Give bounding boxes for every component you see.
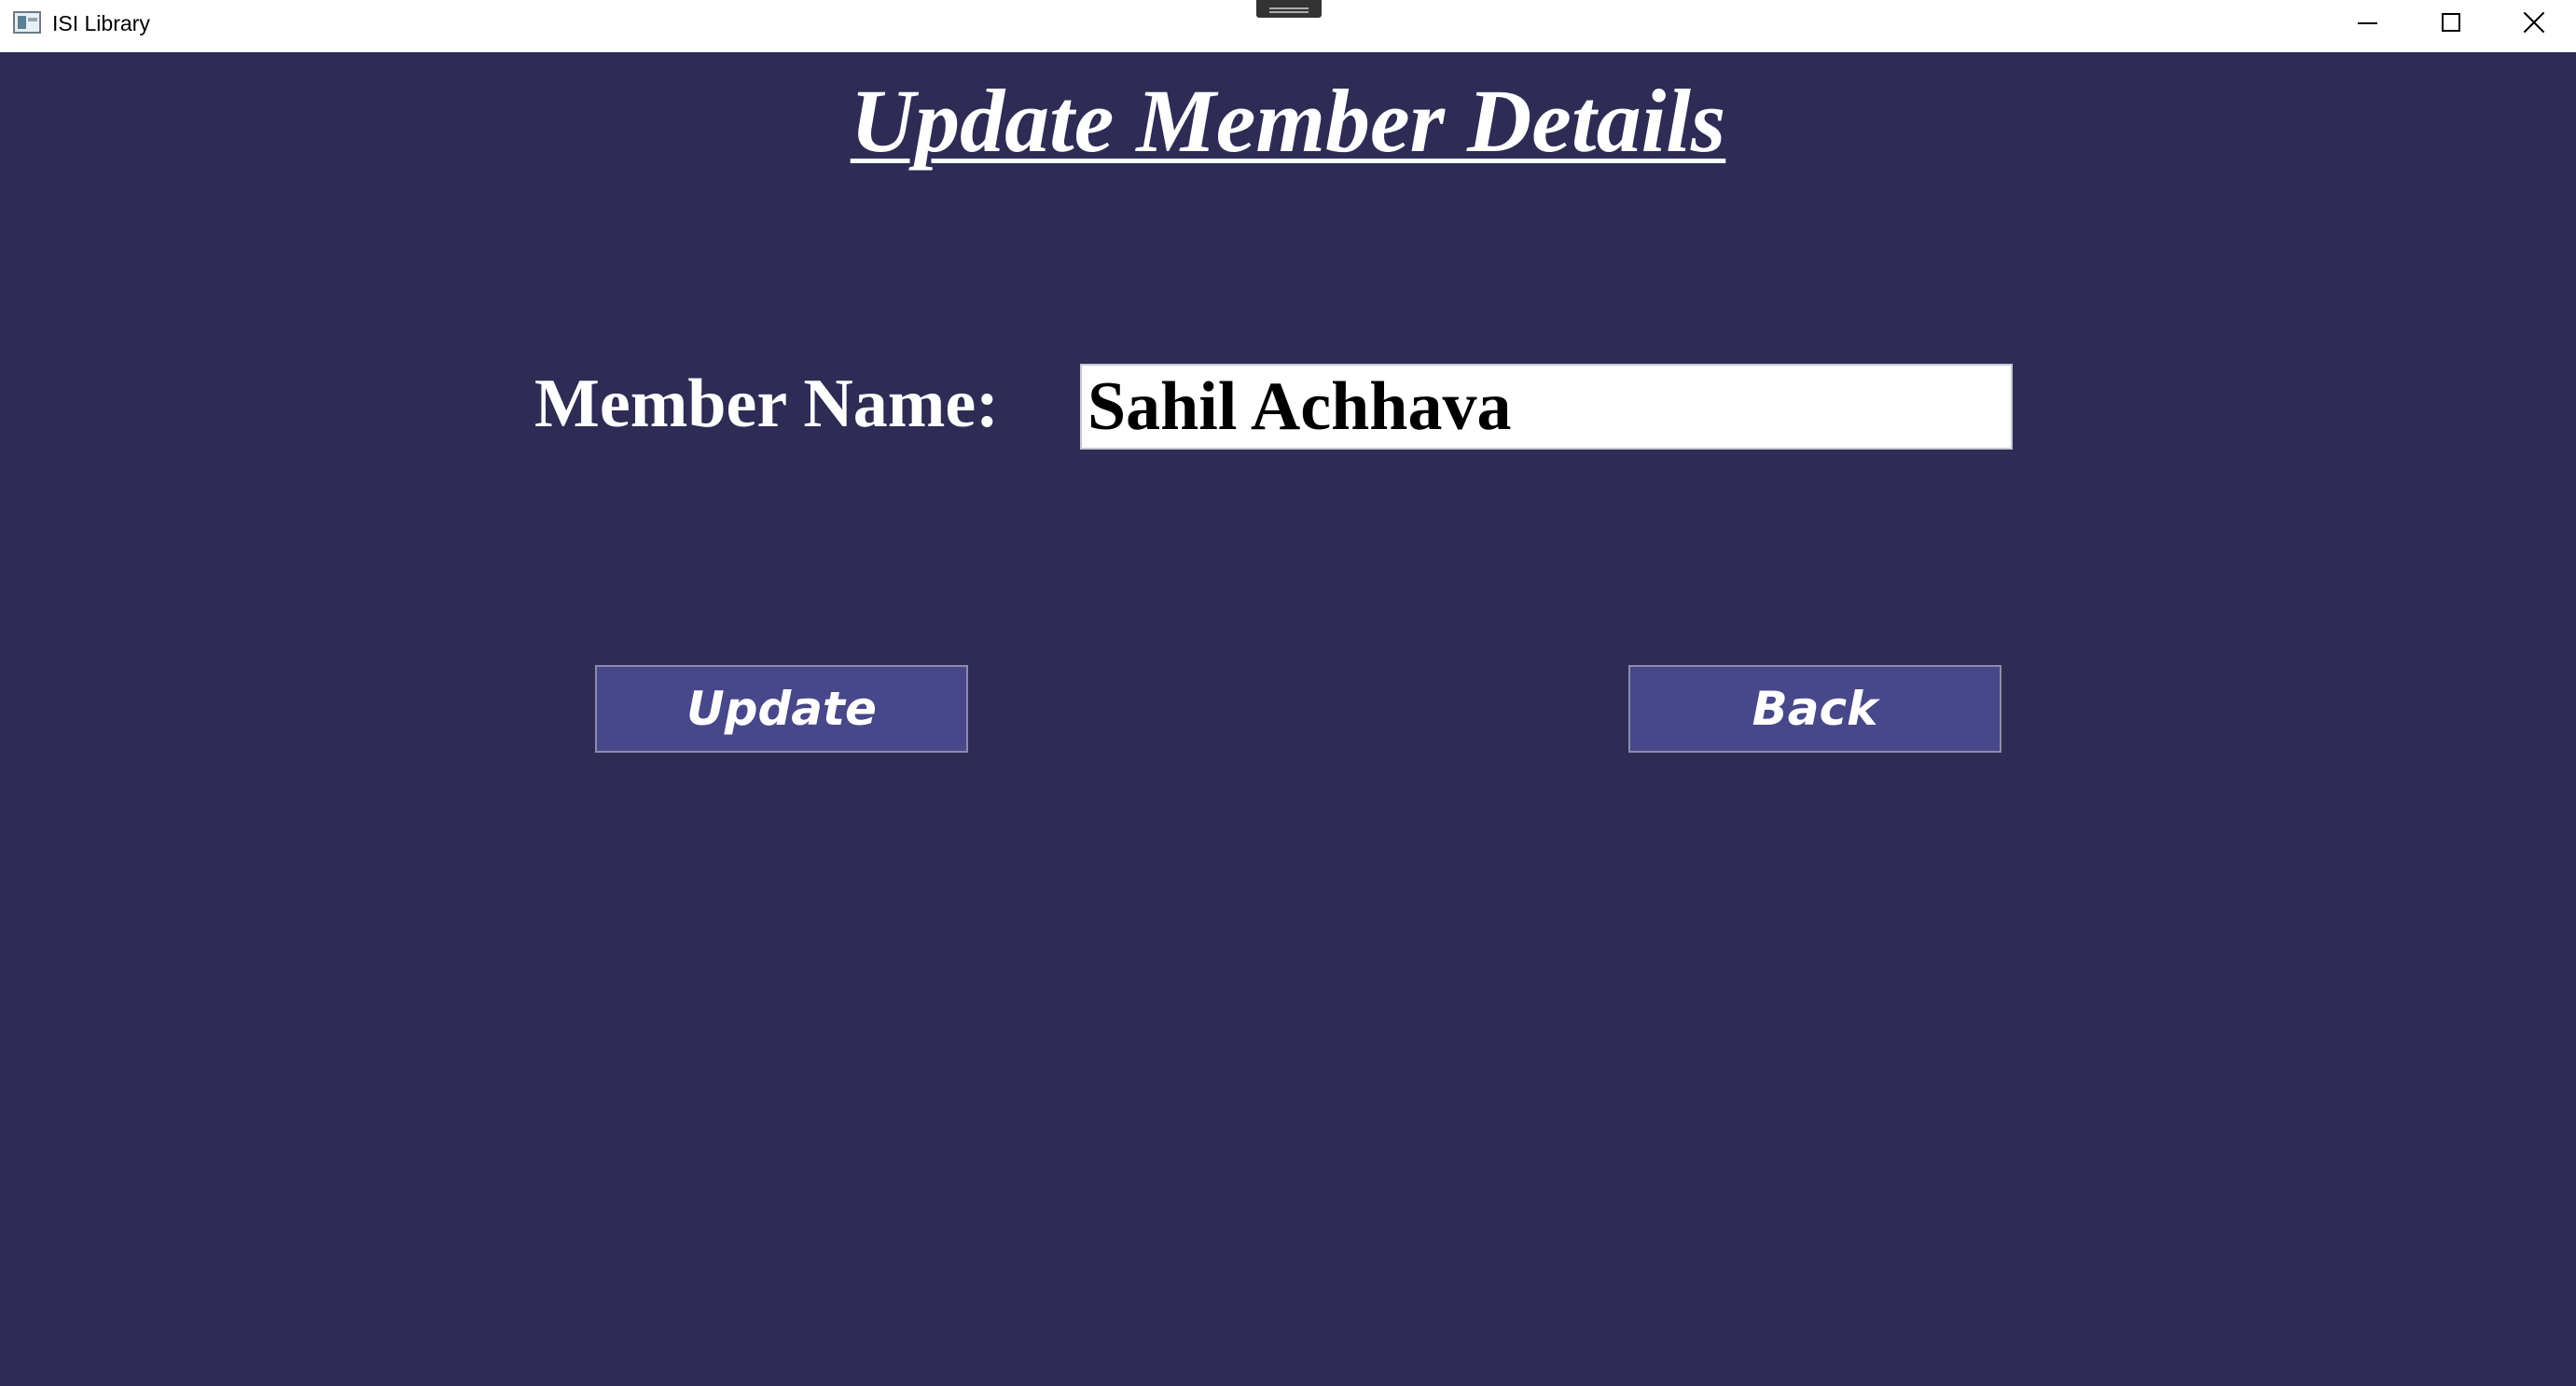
minimize-icon: [2358, 22, 2377, 24]
back-button[interactable]: Back: [1628, 665, 2001, 753]
maximize-button[interactable]: [2408, 0, 2492, 47]
maximize-icon: [2442, 13, 2460, 32]
member-name-input[interactable]: [1080, 364, 2013, 450]
update-member-form: Update Member Details Member Name: Updat…: [0, 52, 2576, 1386]
window-title-bar: ISI Library: [0, 0, 2576, 52]
page-title: Update Member Details: [850, 71, 1726, 171]
app-window-icon: [13, 11, 41, 34]
drag-handle[interactable]: [1256, 0, 1322, 18]
close-button[interactable]: [2492, 0, 2576, 47]
update-button[interactable]: Update: [595, 665, 968, 753]
minimize-button[interactable]: [2324, 0, 2408, 47]
window-title: ISI Library: [52, 11, 150, 35]
close-icon: [2523, 11, 2545, 34]
member-name-label: Member Name:: [534, 366, 999, 442]
